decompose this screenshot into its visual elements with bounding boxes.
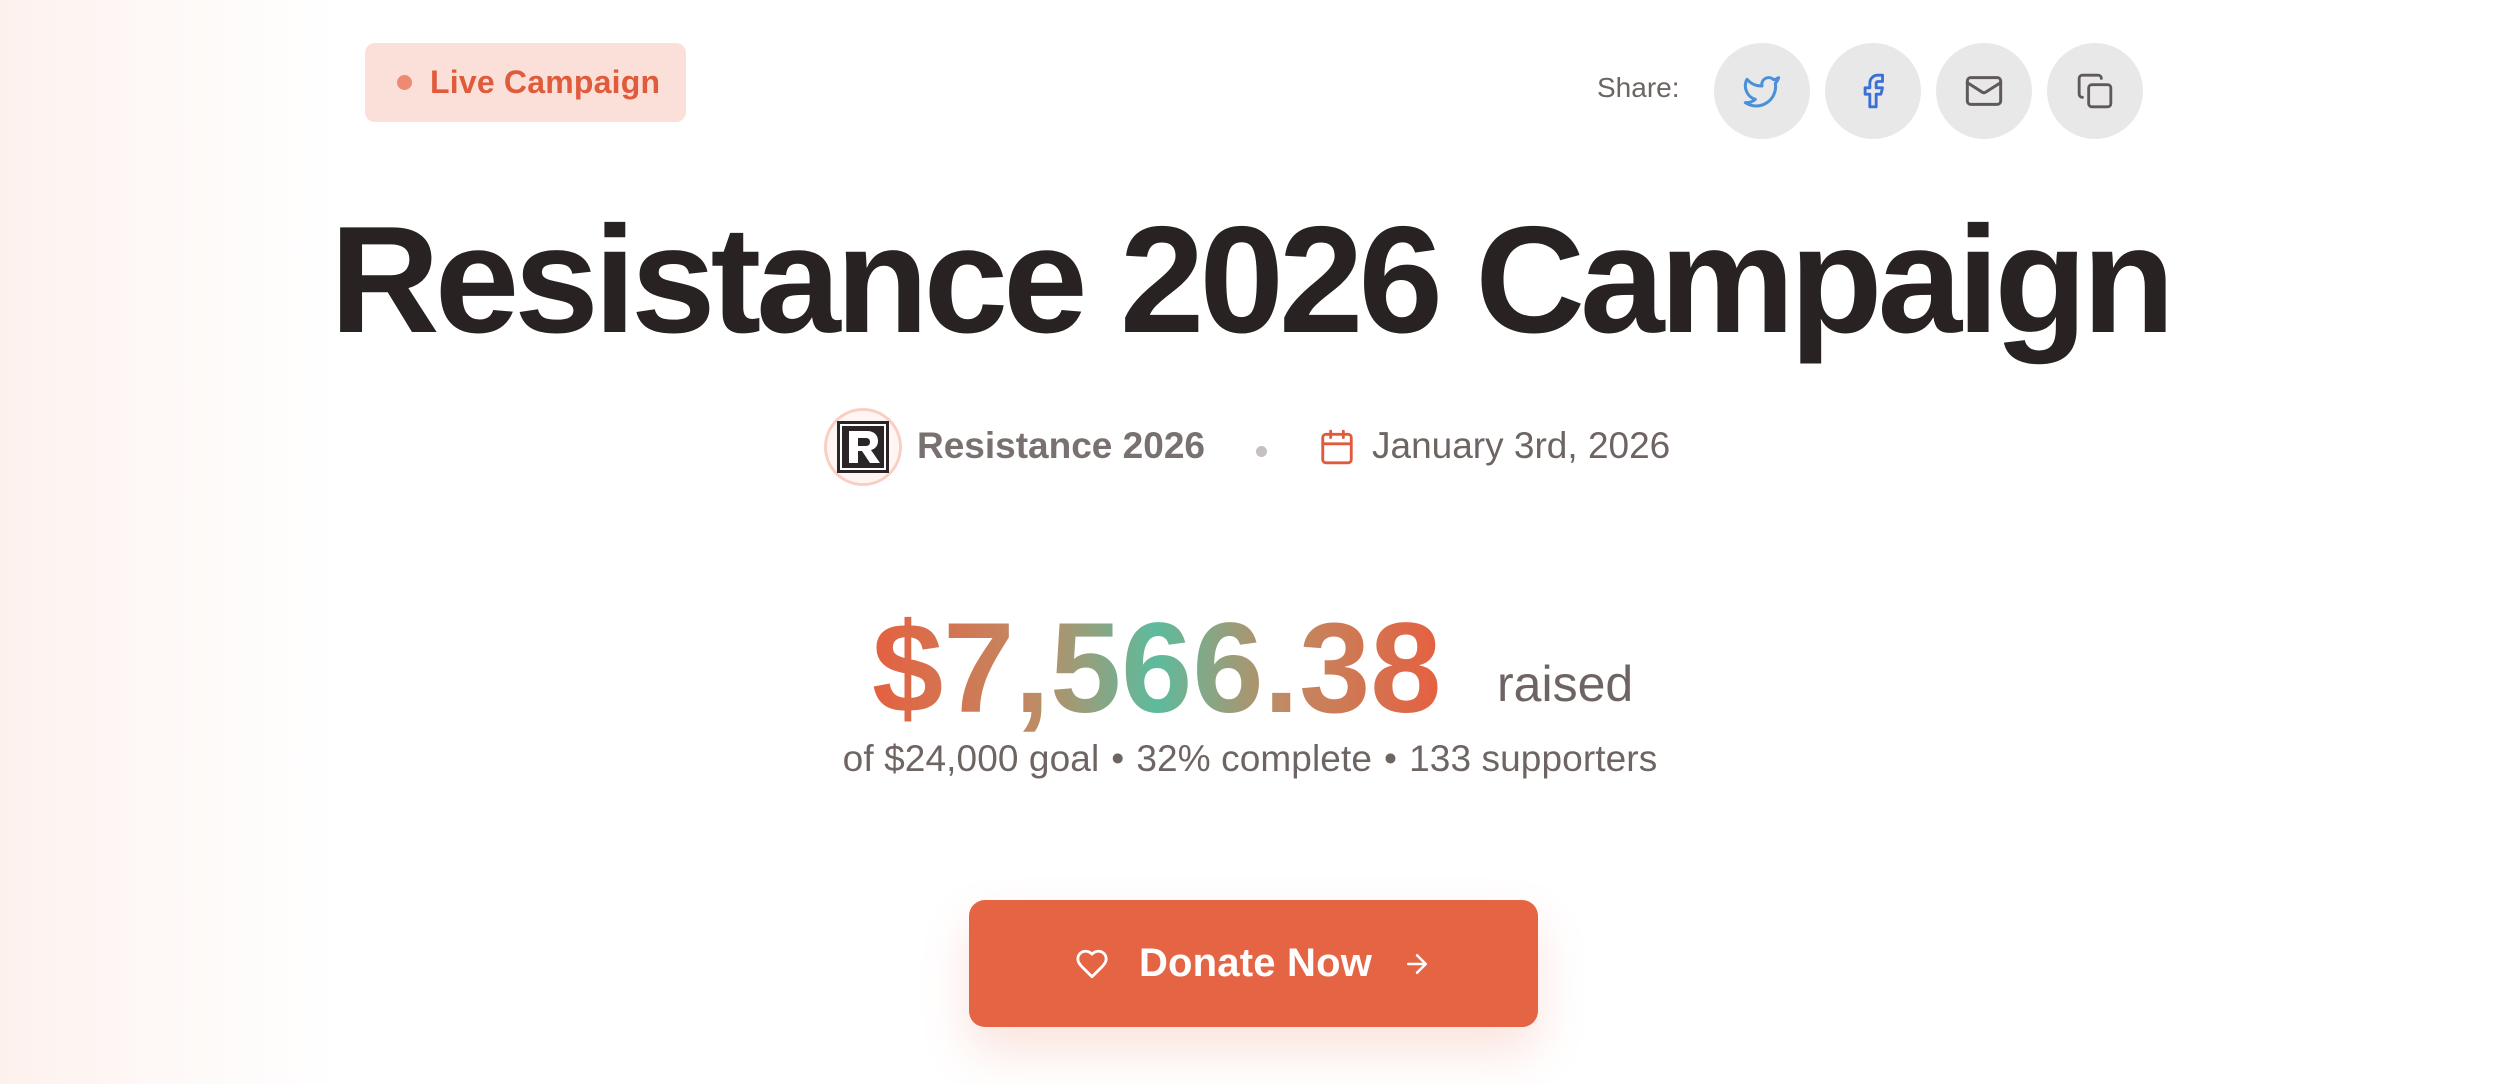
copy-link-button[interactable] — [2047, 43, 2143, 139]
twitter-icon — [1742, 71, 1782, 111]
funding-progress-summary: of $24,000 goal • 32% complete • 133 support… — [0, 738, 2500, 780]
live-campaign-badge: Live Campaign — [365, 43, 686, 122]
organizer-logo — [837, 421, 889, 473]
meta-separator-dot — [1256, 446, 1267, 457]
organizer-name[interactable]: Resistance 2026 — [917, 425, 1205, 467]
copy-icon — [2076, 72, 2114, 110]
donate-now-button[interactable]: Donate Now — [969, 900, 1538, 1027]
live-indicator-dot — [397, 75, 412, 90]
facebook-icon — [1854, 72, 1892, 110]
raised-label: raised — [1497, 656, 1634, 712]
share-twitter-button[interactable] — [1714, 43, 1810, 139]
summary-separator: • — [1384, 738, 1398, 779]
share-email-button[interactable] — [1936, 43, 2032, 139]
amount-raised: $7,566.38 — [872, 594, 1441, 744]
arrow-right-icon — [1402, 949, 1432, 979]
campaign-page: Live Campaign Share: Resistance 2026 Cam… — [0, 0, 2500, 1084]
summary-separator: • — [1111, 738, 1125, 779]
live-campaign-label: Live Campaign — [430, 64, 661, 100]
mail-icon — [1964, 71, 2004, 111]
percent-complete-text: 32% complete — [1136, 738, 1373, 779]
supporters-count-text: 133 supporters — [1409, 738, 1658, 779]
share-label: Share: — [1597, 72, 1680, 103]
calendar-icon — [1318, 428, 1356, 466]
organizer-avatar[interactable] — [824, 408, 902, 486]
heart-icon — [1075, 947, 1109, 981]
donate-now-label: Donate Now — [1138, 941, 1373, 985]
campaign-title: Resistance 2026 Campaign — [329, 195, 2175, 365]
share-facebook-button[interactable] — [1825, 43, 1921, 139]
campaign-date: January 3rd, 2026 — [1372, 425, 1671, 466]
goal-text: of $24,000 goal — [842, 738, 1100, 779]
